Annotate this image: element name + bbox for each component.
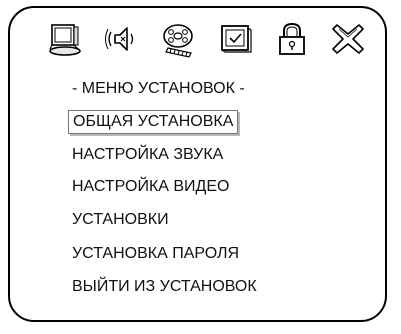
monitor-icon[interactable]	[46, 20, 84, 58]
speaker-icon[interactable]	[104, 20, 142, 58]
menu-item-video-setup[interactable]: НАСТРОЙКА ВИДЕО	[72, 176, 230, 198]
menu-item-preferences[interactable]: УСТАНОВКИ	[72, 209, 169, 231]
menu-title: - МЕНЮ УСТАНОВОК -	[72, 80, 245, 97]
film-reel-icon[interactable]	[159, 20, 197, 58]
menu-item-exit-setup[interactable]: ВЫЙТИ ИЗ УСТАНОВОК	[72, 276, 257, 298]
menu-item-general-setup[interactable]: ОБЩАЯ УСТАНОВКА	[68, 110, 239, 134]
padlock-icon[interactable]	[273, 20, 311, 58]
close-x-icon[interactable]	[329, 20, 367, 58]
checkbox-screen-icon[interactable]	[217, 20, 255, 58]
menu-item-audio-setup[interactable]: НАСТРОЙКА ЗВУКА	[72, 144, 223, 166]
menu-item-password-setup[interactable]: УСТАНОВКА ПАРОЛЯ	[72, 243, 239, 265]
